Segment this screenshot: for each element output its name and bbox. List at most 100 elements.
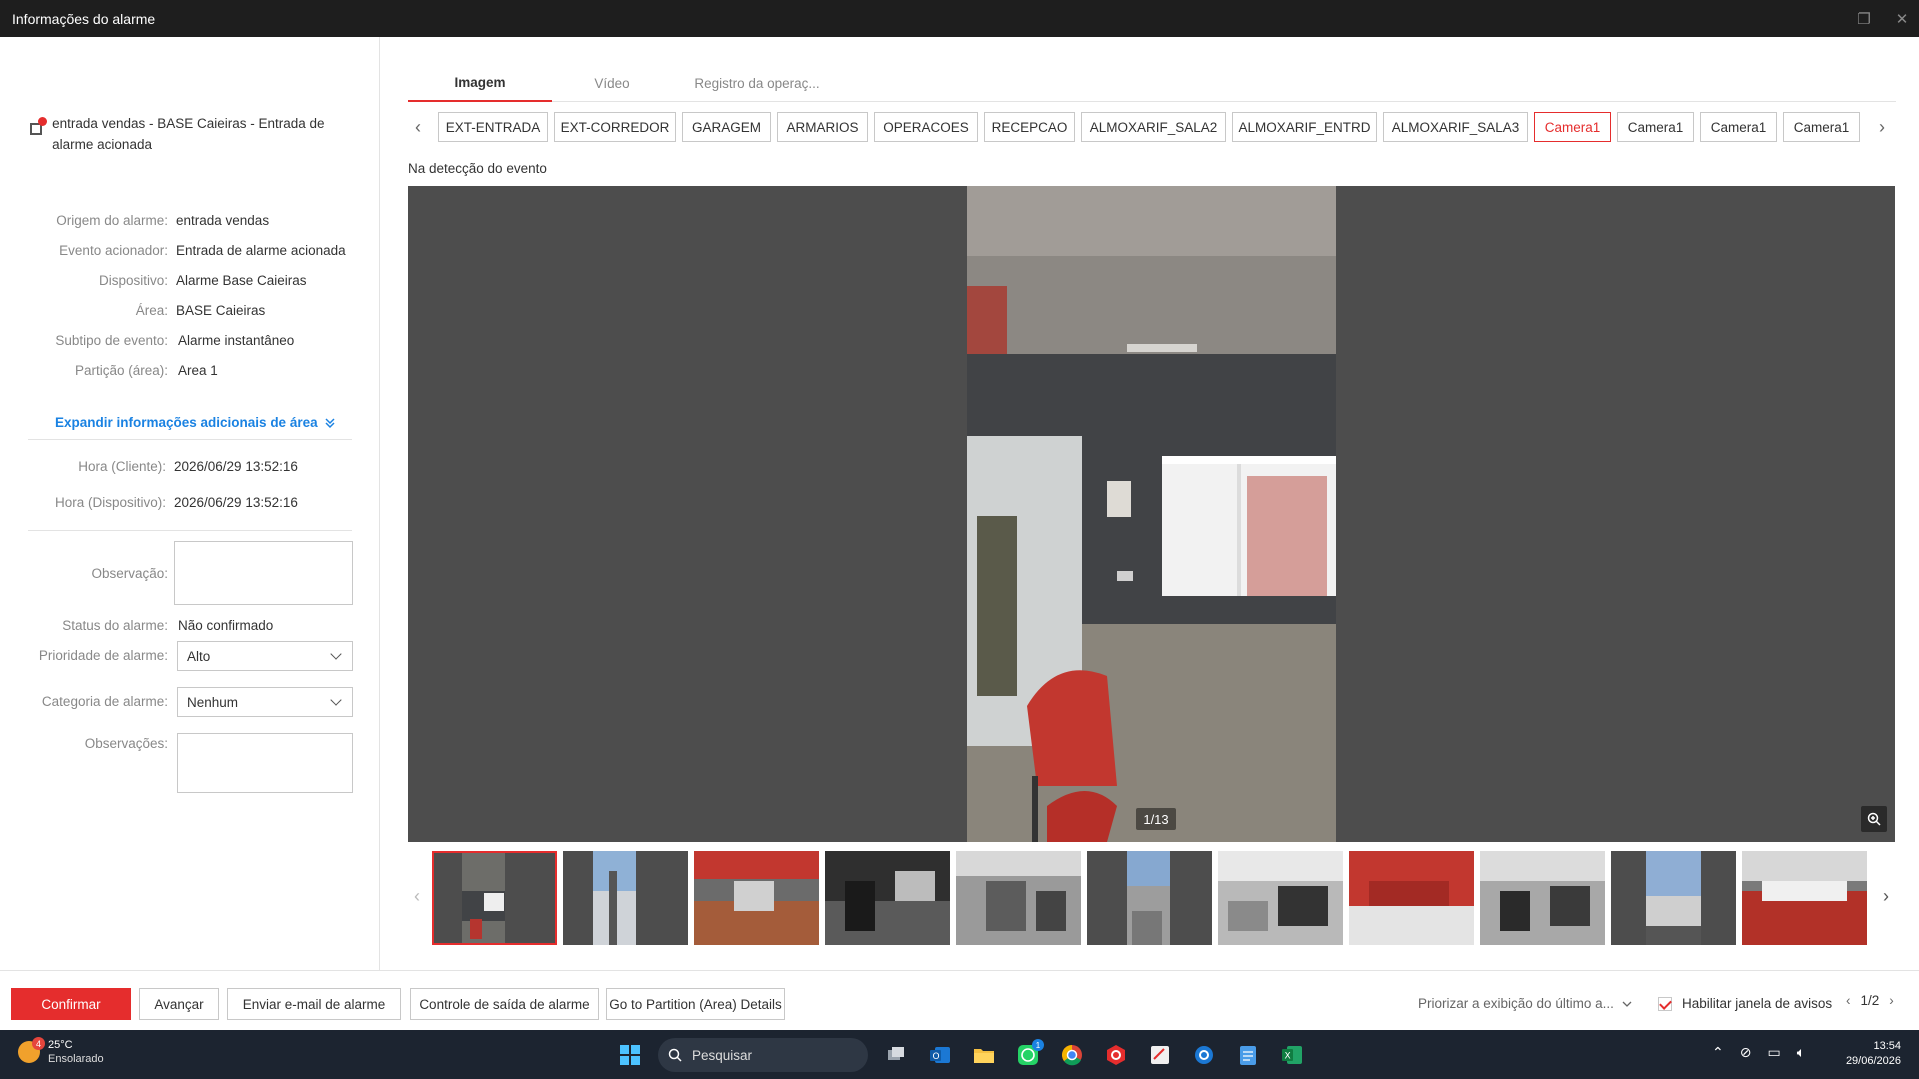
send-email-button[interactable]: Enviar e-mail de alarme xyxy=(227,988,401,1020)
security-app-icon[interactable] xyxy=(1100,1039,1132,1071)
windows-start-icon[interactable] xyxy=(614,1039,646,1071)
advance-button[interactable]: Avançar xyxy=(139,988,219,1020)
thumbnail[interactable] xyxy=(825,851,950,945)
system-tray: ⌃ ⊘ ▭ 🔈︎ xyxy=(1712,1044,1805,1061)
camera-tab[interactable]: ALMOXARIF_SALA3 xyxy=(1383,112,1528,142)
camera-tab[interactable]: ALMOXARIF_ENTRD xyxy=(1232,112,1377,142)
chrome-icon[interactable] xyxy=(1056,1039,1088,1071)
speaker-icon[interactable]: 🔈︎ xyxy=(1797,1044,1805,1061)
thumbnail-strip: ‹ › xyxy=(408,851,1895,945)
alarm-heading: entrada vendas - BASE Caieiras - Entrada… xyxy=(52,116,325,152)
alarm-details-panel: entrada vendas - BASE Caieiras - Entrada… xyxy=(0,37,380,970)
double-chevron-down-icon xyxy=(325,417,335,428)
confirm-button[interactable]: Confirmar xyxy=(11,988,131,1020)
taskbar-search[interactable]: Pesquisar xyxy=(658,1038,868,1072)
camera-tab[interactable]: ALMOXARIF_SALA2 xyxy=(1081,112,1226,142)
notes-input[interactable] xyxy=(177,733,353,793)
divider xyxy=(28,439,352,440)
camera-tab[interactable]: Camera1 xyxy=(1617,112,1694,142)
camera-tab[interactable]: EXT-CORREDOR xyxy=(554,112,676,142)
camera-tab[interactable]: ARMARIOS xyxy=(777,112,868,142)
image-counter: 1/13 xyxy=(1136,808,1176,830)
time-row-device: Hora (Dispositivo): 2026/06/29 13:52:16 xyxy=(54,495,298,510)
svg-text:O: O xyxy=(933,1052,940,1062)
chevron-left-icon[interactable]: ‹ xyxy=(1846,993,1851,1008)
camera-tab[interactable]: Camera1 xyxy=(1783,112,1860,142)
settings-app-icon[interactable] xyxy=(1188,1039,1220,1071)
close-icon[interactable]: ✕ xyxy=(1893,10,1911,28)
chevron-right-icon[interactable]: › xyxy=(1877,881,1895,911)
status-row: Status do alarme: Não confirmado xyxy=(62,618,274,633)
thumbnail[interactable] xyxy=(563,851,688,945)
chevron-left-icon[interactable]: ‹ xyxy=(408,881,426,911)
system-clock[interactable]: 13:54 29/06/2026 xyxy=(1846,1039,1901,1069)
outlook-icon[interactable]: O xyxy=(924,1039,956,1071)
thumbnail[interactable] xyxy=(1218,851,1343,945)
file-explorer-icon[interactable] xyxy=(968,1039,1000,1071)
thumbnail[interactable] xyxy=(432,851,557,945)
thumbnail[interactable] xyxy=(956,851,1081,945)
camera-tab-selected[interactable]: Camera1 xyxy=(1534,112,1611,142)
detail-row-device: Dispositivo: Alarme Base Caieiras xyxy=(98,273,307,288)
chevron-up-icon[interactable]: ⌃ xyxy=(1712,1044,1724,1061)
thumbnail[interactable] xyxy=(1349,851,1474,945)
taskbar: 4 25°C Ensolarado Pesquisar O 1 X ⌃ ⊘ ▭ … xyxy=(0,1030,1919,1079)
window-title: Informações do alarme xyxy=(12,10,156,27)
thumbnail[interactable] xyxy=(1742,851,1867,945)
snipping-tool-icon[interactable] xyxy=(1144,1039,1176,1071)
divider xyxy=(28,530,352,531)
chevron-right-icon[interactable]: › xyxy=(1872,112,1892,142)
thumbnail[interactable] xyxy=(1480,851,1605,945)
tab-image[interactable]: Imagem xyxy=(408,64,552,102)
restore-icon[interactable]: ❐ xyxy=(1855,10,1873,28)
thumbnail[interactable] xyxy=(694,851,819,945)
observation-input[interactable] xyxy=(174,541,353,605)
camera-tab[interactable]: EXT-ENTRADA xyxy=(438,112,548,142)
zoom-in-icon[interactable] xyxy=(1861,806,1887,832)
priority-display-dropdown[interactable]: Priorizar a exibição do último a... xyxy=(1418,996,1632,1011)
detail-row-event: Evento acionador: Entrada de alarme acio… xyxy=(59,243,346,258)
display-icon[interactable]: ▭ xyxy=(1767,1044,1780,1061)
tab-video[interactable]: Vídeo xyxy=(552,64,672,102)
window-controls: ❐ ✕ xyxy=(1855,0,1911,37)
media-tabs: Imagem Vídeo Registro da operaç... xyxy=(408,64,1896,102)
partition-details-button[interactable]: Go to Partition (Area) Details xyxy=(606,988,785,1020)
thumbnail[interactable] xyxy=(1611,851,1736,945)
camera-tab[interactable]: RECEPCAO xyxy=(984,112,1075,142)
tab-operation-log[interactable]: Registro da operaç... xyxy=(672,64,842,102)
taskbar-apps: Pesquisar O 1 X xyxy=(614,1038,1308,1072)
chevron-left-icon[interactable]: ‹ xyxy=(408,112,428,142)
image-caption: Na detecção do evento xyxy=(408,161,547,176)
page-indicator: 1/2 xyxy=(1860,993,1880,1008)
chevron-right-icon[interactable]: › xyxy=(1889,993,1894,1008)
expand-area-info-link[interactable]: Expandir informações adicionais de área xyxy=(55,415,336,430)
whatsapp-icon[interactable]: 1 xyxy=(1012,1039,1044,1071)
chevron-down-icon xyxy=(330,694,342,706)
priority-select[interactable]: Alto xyxy=(177,641,353,671)
category-select[interactable]: Nenhum xyxy=(177,687,353,717)
alarm-siren-icon xyxy=(28,117,47,137)
network-off-icon[interactable]: ⊘ xyxy=(1740,1044,1752,1061)
alarm-output-control-button[interactable]: Controle de saída de alarme xyxy=(410,988,599,1020)
thumbnail[interactable] xyxy=(1087,851,1212,945)
task-view-icon[interactable] xyxy=(880,1039,912,1071)
svg-text:X: X xyxy=(1285,1052,1291,1062)
action-bar: Confirmar Avançar Enviar e-mail de alarm… xyxy=(0,970,1919,1030)
alarm-header: entrada vendas - BASE Caieiras - Entrada… xyxy=(28,113,348,155)
notepad-icon[interactable] xyxy=(1232,1039,1264,1071)
excel-icon[interactable]: X xyxy=(1276,1039,1308,1071)
detail-row-origin: Origem do alarme: entrada vendas xyxy=(56,213,270,228)
chevron-down-icon xyxy=(330,648,342,660)
image-viewer[interactable]: 1/13 xyxy=(408,186,1895,842)
camera-tab[interactable]: Camera1 xyxy=(1700,112,1777,142)
sun-icon: 4 xyxy=(18,1037,45,1063)
chevron-down-icon xyxy=(1622,1001,1632,1007)
enable-popup-label: Habilitar janela de avisos xyxy=(1682,996,1833,1011)
search-icon xyxy=(668,1048,682,1062)
enable-popup-checkbox[interactable] xyxy=(1658,997,1672,1011)
camera-tab[interactable]: GARAGEM xyxy=(682,112,771,142)
whatsapp-badge: 1 xyxy=(1032,1039,1044,1051)
camera-tab[interactable]: OPERACOES xyxy=(874,112,978,142)
pager: ‹ 1/2 › xyxy=(1846,993,1894,1008)
weather-widget[interactable]: 4 25°C Ensolarado xyxy=(18,1037,104,1066)
